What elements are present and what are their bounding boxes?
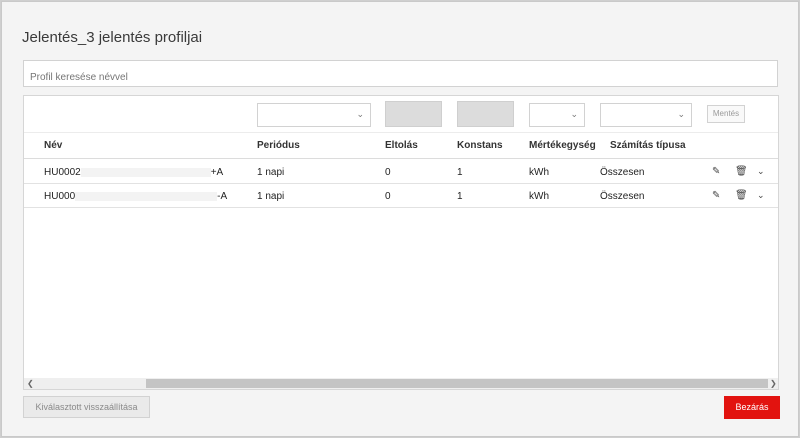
trash-icon[interactable]: 🗑: [735, 166, 748, 177]
row-name-suffix: -A: [217, 191, 228, 202]
row-offset: 0: [385, 167, 391, 178]
row-constant: 1: [457, 167, 463, 178]
profiles-table: ⌄ ⌄ ⌄ Mentés Név Periódus Eltolás Konsta…: [23, 95, 779, 390]
pencil-icon[interactable]: ✎: [712, 190, 720, 201]
row-unit: kWh: [529, 167, 549, 178]
horizontal-scrollbar[interactable]: ❮ ❯: [24, 378, 778, 389]
row-offset: 0: [385, 191, 391, 202]
column-header-name[interactable]: Név: [44, 140, 62, 151]
row-constant: 1: [457, 191, 463, 202]
close-button[interactable]: Bezárás: [724, 396, 780, 419]
chevron-down-icon[interactable]: ⌄: [757, 190, 765, 201]
divider: [24, 158, 778, 159]
chevron-down-icon[interactable]: ⌄: [757, 166, 765, 177]
dialog-title: Jelentés_3 jelentés profiljai: [22, 29, 203, 46]
offset-filter-input[interactable]: [385, 101, 442, 127]
row-name-suffix: +A: [210, 167, 224, 178]
column-header-calc-type[interactable]: Számítás típusa: [610, 140, 686, 151]
column-header-period[interactable]: Periódus: [257, 140, 300, 151]
chevron-down-icon: ⌄: [677, 109, 685, 119]
row-name-prefix: HU000: [44, 191, 76, 202]
period-filter-select[interactable]: ⌄: [257, 103, 371, 127]
profiles-dialog: Jelentés_3 jelentés profiljai ⌄ ⌄ ⌄ Ment…: [1, 1, 799, 437]
table-row[interactable]: HU000 -A 1 napi 0 1 kWh Összesen ✎ 🗑 ⌄: [24, 184, 778, 208]
scroll-left-icon[interactable]: ❮: [27, 378, 34, 389]
pencil-icon[interactable]: ✎: [712, 166, 720, 177]
redacted-text: [75, 191, 218, 201]
column-header-offset[interactable]: Eltolás: [385, 140, 418, 151]
redacted-text: [80, 167, 211, 177]
unit-filter-select[interactable]: ⌄: [529, 103, 585, 127]
reset-selected-button[interactable]: Kiválasztott visszaállítása: [23, 396, 150, 418]
row-period: 1 napi: [257, 191, 285, 202]
row-unit: kWh: [529, 191, 549, 202]
profile-search-input[interactable]: [23, 60, 778, 87]
row-calc-type: Összesen: [600, 167, 645, 178]
save-filter-button[interactable]: Mentés: [707, 105, 745, 123]
scroll-right-icon[interactable]: ❯: [770, 378, 777, 389]
column-header-unit[interactable]: Mértékegység: [529, 140, 596, 151]
scrollbar-thumb[interactable]: [146, 379, 768, 388]
row-calc-type: Összesen: [600, 191, 645, 202]
column-header-constant[interactable]: Konstans: [457, 140, 503, 151]
row-name: HU0002 +A: [44, 167, 223, 178]
table-row[interactable]: HU0002 +A 1 napi 0 1 kWh Összesen ✎ 🗑 ⌄: [24, 160, 778, 184]
chevron-down-icon: ⌄: [570, 109, 578, 119]
divider: [24, 132, 778, 133]
calc-type-filter-select[interactable]: ⌄: [600, 103, 692, 127]
constant-filter-input[interactable]: [457, 101, 514, 127]
row-name-prefix: HU0002: [44, 167, 81, 178]
chevron-down-icon: ⌄: [356, 109, 364, 119]
trash-icon[interactable]: 🗑: [735, 190, 748, 201]
row-period: 1 napi: [257, 167, 285, 178]
row-name: HU000 -A: [44, 191, 227, 202]
